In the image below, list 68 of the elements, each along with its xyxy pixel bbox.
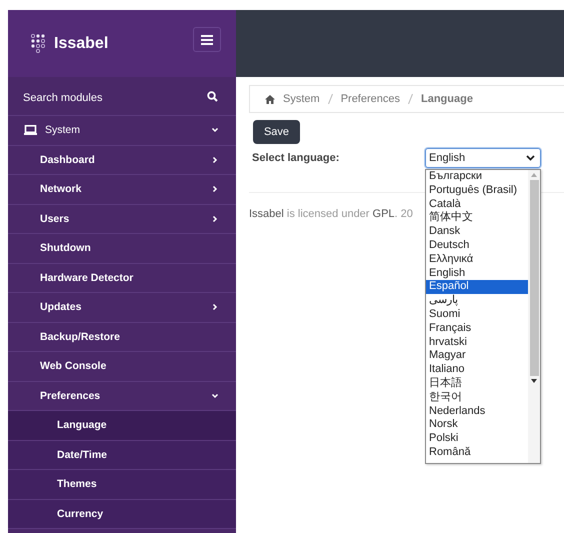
dropdown-option[interactable]: hrvatski <box>426 336 528 350</box>
menu-icon <box>201 34 213 44</box>
menu-label: Backup/Restore <box>40 330 121 343</box>
breadcrumb-link[interactable]: Preferences <box>340 93 400 105</box>
menu-item[interactable]: Backup/Restore <box>8 322 236 352</box>
dropdown-option[interactable]: Polski <box>426 432 528 446</box>
menu-item[interactable]: Web Console <box>8 352 236 382</box>
menu-item[interactable]: System <box>8 116 236 146</box>
brand-name: Issabel <box>54 34 110 52</box>
menu-item[interactable]: Dashboard <box>8 146 236 175</box>
menu-label: Updates <box>40 301 82 314</box>
menu-label: Web Console <box>40 360 108 372</box>
dropdown-option[interactable]: English <box>426 266 528 280</box>
menu-label: System <box>45 124 82 136</box>
footer-text: . 20 <box>394 208 413 220</box>
slash-separator-icon <box>328 94 333 104</box>
dropdown-option[interactable]: Català <box>426 198 528 212</box>
submenu-item[interactable]: Currency <box>8 500 236 529</box>
scrollbar-thumb[interactable] <box>530 180 538 376</box>
dropdown-option[interactable]: 日本語 <box>426 376 528 391</box>
menu-label: Dashboard <box>40 154 96 166</box>
dropdown-option[interactable]: پارسی <box>426 294 528 308</box>
dropdown-option[interactable]: Magyar <box>426 349 528 364</box>
menu-button[interactable] <box>193 27 221 52</box>
footer-link[interactable]: Issabel <box>249 208 284 220</box>
home-icon <box>265 94 275 104</box>
dropdown-option[interactable]: Português (Brasil) <box>426 184 528 198</box>
scroll-down-icon <box>531 379 537 383</box>
dropdown-option[interactable]: Italiano <box>426 363 528 377</box>
menu-label: Hardware Detector <box>40 272 134 284</box>
dropdown-option[interactable]: 简体中文 <box>426 211 528 226</box>
dropdown-option[interactable]: Norsk <box>426 418 528 432</box>
save-button[interactable]: Save <box>253 120 300 144</box>
laptop-icon <box>24 125 37 136</box>
form-label: Select language: <box>252 151 340 164</box>
language-select[interactable]: English <box>425 148 541 168</box>
dropdown-option[interactable]: Español <box>426 280 528 294</box>
menu-item[interactable]: Shutdown <box>8 234 236 264</box>
dropdown-option[interactable]: Deutsch <box>426 238 528 253</box>
menu-item[interactable]: Hardware Detector <box>8 264 236 293</box>
menu-item[interactable]: Network <box>8 175 236 204</box>
search-icon <box>207 90 218 102</box>
menu-item[interactable]: Updates <box>8 293 236 322</box>
menu-label: Shutdown <box>40 242 92 254</box>
dropdown-option[interactable]: Български <box>426 170 528 184</box>
dropdown-option[interactable]: 한국어 <box>426 390 528 405</box>
footer-text: is licensed under <box>286 208 370 220</box>
dropdown-option[interactable]: Français <box>426 322 528 336</box>
dropdown-option[interactable]: Nederlands <box>426 404 528 418</box>
submenu-item[interactable]: Date/Time <box>8 440 236 470</box>
submenu-item[interactable]: Language <box>8 411 236 440</box>
dropdown-option[interactable]: Ελληνικά <box>426 252 528 267</box>
menu-item[interactable]: Users <box>8 204 236 234</box>
menu-label: Users <box>40 212 70 225</box>
breadcrumb-link[interactable]: System <box>283 93 320 105</box>
dropdown-option[interactable]: Suomi <box>426 308 528 322</box>
dropdown-option[interactable]: Dansk <box>426 225 528 239</box>
search-field[interactable]: Search modules <box>23 92 207 104</box>
slash-separator-icon <box>408 94 413 104</box>
dropdown-option[interactable]: Română <box>426 446 528 460</box>
menu-label: Network <box>40 183 82 196</box>
dots-logo-icon <box>30 32 48 54</box>
menu-label: Preferences <box>40 390 102 402</box>
footer-link[interactable]: GPL <box>372 208 395 220</box>
chevron-down-icon <box>526 155 535 161</box>
scrollbar[interactable] <box>528 170 540 463</box>
submenu-item[interactable]: Themes <box>8 470 236 500</box>
scroll-up-icon <box>531 173 537 177</box>
